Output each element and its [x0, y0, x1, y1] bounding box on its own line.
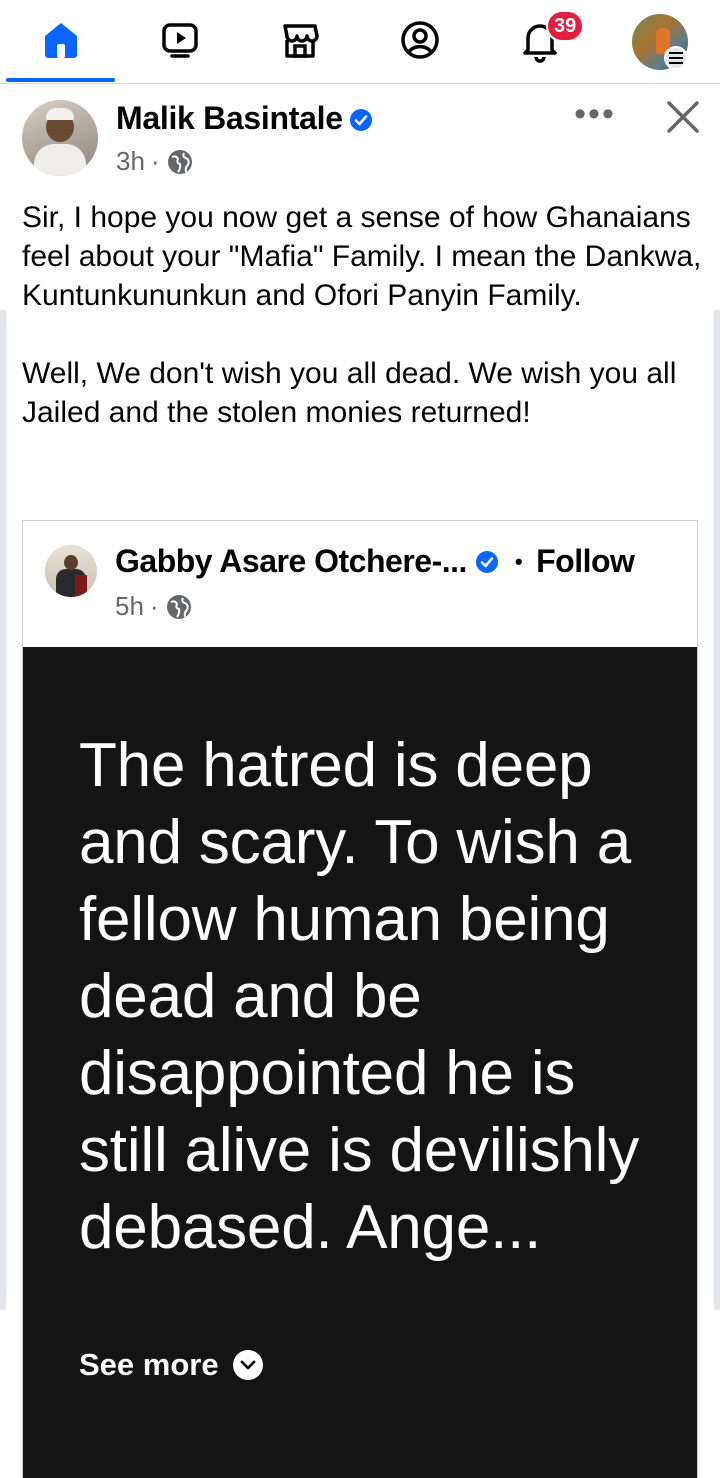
- active-tab-indicator: [6, 78, 115, 82]
- shared-author-name[interactable]: Gabby Asare Otchere-...: [115, 543, 467, 580]
- profile-icon: [401, 21, 439, 59]
- close-icon: [667, 101, 699, 133]
- more-options-button[interactable]: •••: [572, 96, 618, 132]
- post-text: Sir, I hope you now get a sense of how G…: [22, 198, 702, 432]
- nav-home-tab[interactable]: [31, 12, 91, 68]
- see-more-button[interactable]: See more: [79, 1347, 263, 1383]
- author-name[interactable]: Malik Basintale: [116, 100, 373, 137]
- shared-author-avatar[interactable]: [45, 545, 97, 597]
- author-avatar[interactable]: [22, 100, 98, 176]
- post-paragraph: Well, We don't wish you all dead. We wis…: [22, 357, 677, 429]
- shared-post-card[interactable]: Gabby Asare Otchere-... • Follow 5h · Th…: [22, 520, 698, 1478]
- post-paragraph: Sir, I hope you now get a sense of how G…: [22, 201, 702, 312]
- shared-post-meta: 5h ·: [115, 591, 193, 622]
- shared-avatar-podium: [75, 575, 87, 597]
- close-button[interactable]: [660, 94, 706, 140]
- marketplace-icon: [283, 24, 319, 58]
- notification-count-badge[interactable]: 39: [546, 10, 585, 42]
- nav-profile-tab[interactable]: [390, 12, 450, 68]
- left-edge-track: [0, 310, 6, 1310]
- video-icon: [162, 23, 198, 58]
- follow-button[interactable]: Follow: [536, 543, 635, 580]
- shared-author-row: Gabby Asare Otchere-... • Follow: [115, 543, 635, 580]
- see-more-label: See more: [79, 1347, 219, 1382]
- avatar-cap: [46, 108, 74, 120]
- verified-badge-icon: [349, 109, 372, 131]
- home-icon: [45, 23, 77, 58]
- post-meta: 3h ·: [116, 146, 194, 177]
- post-time[interactable]: 3h: [116, 146, 145, 177]
- meta-separator: ·: [150, 146, 160, 176]
- shared-post-text: The hatred is deep and scary. To wish a …: [79, 731, 640, 1262]
- verified-badge-icon: [475, 550, 498, 573]
- chevron-down-icon: [232, 1350, 263, 1380]
- globe-icon: [167, 149, 192, 174]
- globe-icon: [166, 594, 191, 619]
- menu-icon[interactable]: [664, 46, 688, 70]
- avatar-body: [34, 144, 86, 176]
- author-name-text[interactable]: Malik Basintale: [116, 100, 343, 136]
- shared-post-time[interactable]: 5h: [115, 591, 144, 622]
- nav-video-tab[interactable]: [150, 12, 210, 68]
- shared-avatar-head: [64, 555, 78, 570]
- nav-marketplace-tab[interactable]: [270, 12, 330, 68]
- top-nav-bar: 39: [0, 0, 720, 84]
- follow-separator: •: [514, 548, 523, 574]
- shared-post-text-background[interactable]: The hatred is deep and scary. To wish a …: [23, 647, 697, 1478]
- hamburger-icon: [669, 52, 683, 64]
- meta-separator: ·: [149, 591, 159, 621]
- right-edge-track: [714, 310, 720, 1310]
